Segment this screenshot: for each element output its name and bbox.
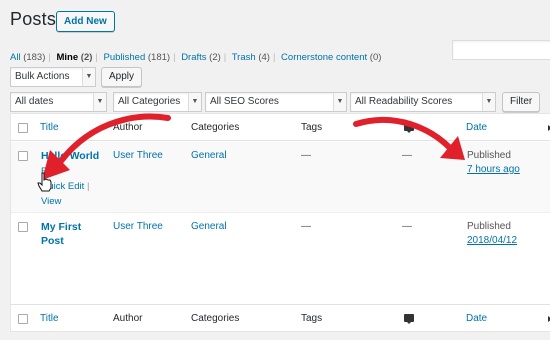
chevron-down-icon: ▼: [482, 93, 495, 111]
table-footer: Title Author Categories Tags Date: [11, 304, 550, 331]
comments-value: —: [402, 150, 412, 161]
apply-button[interactable]: Apply: [101, 67, 143, 87]
date-status: Published: [467, 150, 511, 161]
chevron-down-icon: ▼: [188, 93, 201, 111]
tags-value: —: [301, 150, 311, 161]
category-link[interactable]: General: [191, 221, 227, 232]
filter-all[interactable]: All (183): [10, 52, 45, 63]
filter-button[interactable]: Filter: [502, 92, 541, 112]
column-date[interactable]: Date: [466, 122, 487, 133]
author-link[interactable]: User Three: [113, 221, 163, 232]
status-filter-links: All (183) | Mine (2) | Published (181) | Dr…: [10, 52, 382, 63]
column-tags: Tags: [301, 313, 323, 324]
chevron-down-icon: ▼: [82, 68, 95, 86]
filter-drafts[interactable]: Drafts (2): [181, 52, 221, 63]
bulk-actions-select[interactable]: Bulk Actions ▼: [10, 67, 96, 87]
comments-value: —: [402, 221, 412, 232]
post-title-link[interactable]: My First Post: [41, 220, 81, 248]
posts-table: Title Author Categories Tags Date Hello …: [10, 113, 550, 332]
column-categories: Categories: [191, 122, 240, 133]
table-row: My First Post User Three General — — Pub…: [11, 213, 550, 293]
comment-bubble-icon[interactable]: [404, 314, 414, 324]
categories-select[interactable]: All Categories ▼: [113, 92, 202, 112]
edit-link[interactable]: Edit: [41, 166, 57, 177]
date-status: Published: [467, 221, 511, 232]
filter-published[interactable]: Published (181): [104, 52, 171, 63]
date-value[interactable]: 2018/04/12: [467, 235, 517, 246]
column-title[interactable]: Title: [40, 313, 59, 324]
column-categories: Categories: [191, 313, 240, 324]
readability-select[interactable]: All Readability Scores ▼: [350, 92, 496, 112]
post-title-link[interactable]: Hello World: [41, 149, 99, 163]
row-checkbox[interactable]: [18, 151, 28, 161]
column-date[interactable]: Date: [466, 313, 487, 324]
table-row: Hello World Edit Quick Edit | View User …: [11, 142, 550, 213]
select-all-checkbox[interactable]: [18, 314, 28, 324]
date-value[interactable]: 7 hours ago: [467, 164, 520, 175]
comment-bubble-icon[interactable]: [404, 123, 414, 133]
page-title: Posts: [10, 9, 57, 29]
chevron-down-icon: ▼: [333, 93, 346, 111]
table-header: Title Author Categories Tags Date: [11, 114, 550, 141]
row-checkbox[interactable]: [18, 222, 28, 232]
filter-cornerstone[interactable]: Cornerstone content (0): [281, 52, 381, 63]
row-actions: Edit Quick Edit | View: [41, 166, 90, 207]
tags-value: —: [301, 221, 311, 232]
column-author: Author: [113, 313, 143, 324]
chevron-down-icon: ▼: [93, 93, 106, 111]
search-input[interactable]: [452, 40, 550, 60]
quick-edit-link[interactable]: Quick Edit: [41, 181, 84, 192]
select-all-checkbox[interactable]: [18, 123, 28, 133]
column-tags: Tags: [301, 122, 323, 133]
author-link[interactable]: User Three: [113, 150, 163, 161]
dates-select[interactable]: All dates ▼: [10, 92, 107, 112]
add-new-button[interactable]: Add New: [56, 11, 115, 32]
filter-mine[interactable]: Mine (2): [57, 52, 93, 63]
column-title[interactable]: Title: [40, 122, 59, 133]
seo-scores-select[interactable]: All SEO Scores ▼: [205, 92, 347, 112]
view-link[interactable]: View: [41, 196, 61, 207]
column-author: Author: [113, 122, 143, 133]
category-link[interactable]: General: [191, 150, 227, 161]
filter-trash[interactable]: Trash (4): [232, 52, 270, 63]
